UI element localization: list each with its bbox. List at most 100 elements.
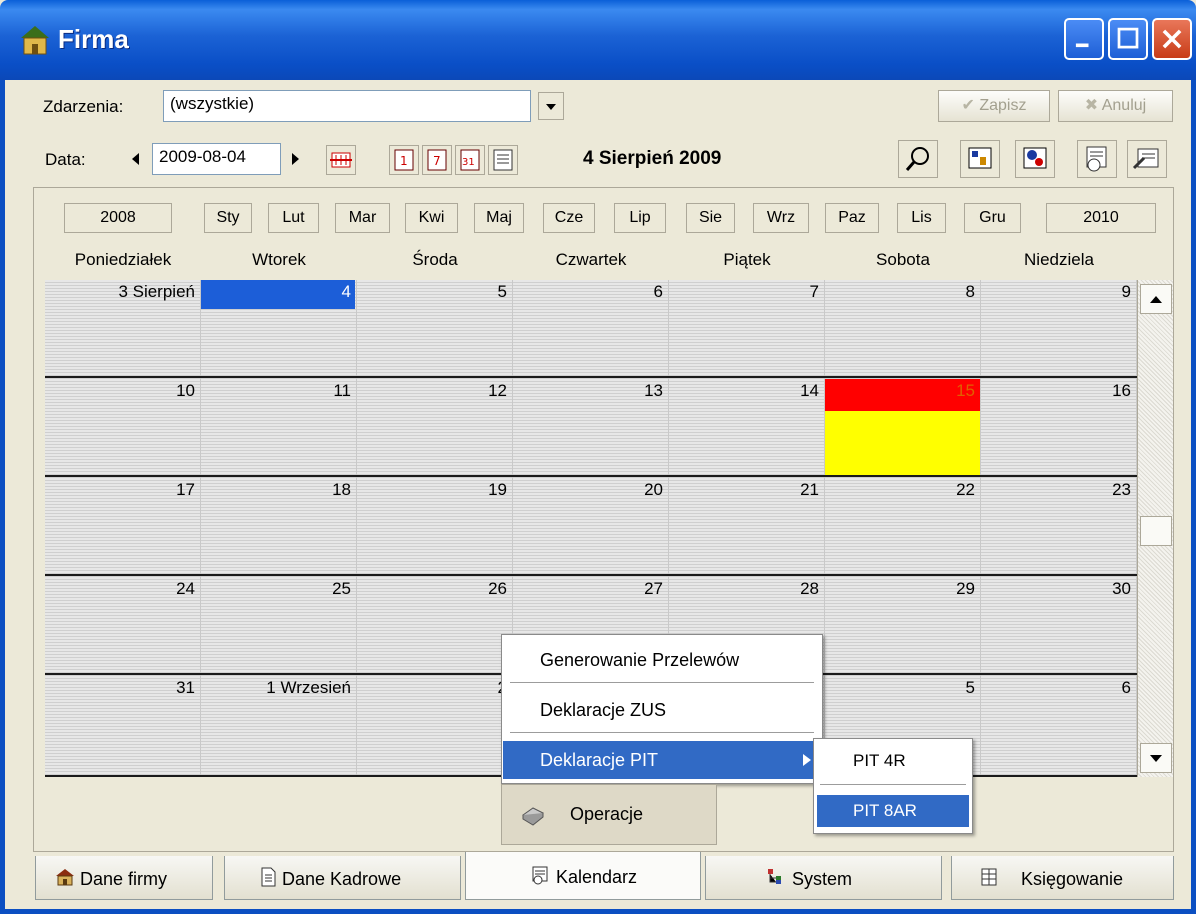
day-cell[interactable]: 22 (825, 478, 981, 577)
month-button-gru[interactable]: Gru (964, 203, 1021, 233)
events-dropdown-button[interactable] (538, 92, 564, 120)
prev-year-button[interactable]: 2008 (64, 203, 172, 233)
day-cell[interactable]: 12 (357, 379, 513, 478)
pit-submenu: PIT 4R PIT 8AR (813, 738, 973, 834)
month-label: Gru (979, 209, 1006, 226)
month-label: Kwi (418, 209, 445, 226)
week-view-button[interactable]: 7 (422, 145, 452, 175)
day-cell[interactable]: 16 (981, 379, 1137, 478)
day-cell[interactable]: 8 (825, 280, 981, 379)
day-cell[interactable]: 7 (669, 280, 825, 379)
day-cell[interactable]: 6 (981, 676, 1137, 775)
day-cell[interactable]: 21 (669, 478, 825, 577)
bottom-tab-bar: Dane firmy Dane Kadrowe Kalendarz System… (35, 852, 1174, 902)
month-button-sie[interactable]: Sie (686, 203, 735, 233)
day-number: 9 (1121, 282, 1131, 301)
day-cell[interactable]: 29 (825, 577, 981, 676)
events-filter-input[interactable]: (wszystkie) (163, 90, 531, 122)
day-cell[interactable]: 1 Wrzesień (201, 676, 357, 775)
cancel-date-button[interactable] (326, 145, 356, 175)
search-button[interactable] (898, 140, 938, 178)
tab-ksiegowanie[interactable]: Księgowanie (951, 856, 1174, 900)
calendar-clock-button[interactable] (1077, 140, 1117, 178)
month-button-lis[interactable]: Lis (897, 203, 946, 233)
operations-button[interactable]: Operacje (501, 784, 717, 845)
next-year-button[interactable]: 2010 (1046, 203, 1156, 233)
day-cell-event[interactable]: 15 (825, 379, 981, 478)
scroll-down-button[interactable] (1140, 743, 1172, 773)
month-button-mar[interactable]: Mar (335, 203, 390, 233)
settings-calendar-button[interactable] (1015, 140, 1055, 178)
day-cell[interactable]: 25 (201, 577, 357, 676)
menu-item-deklaracje-pit[interactable]: Deklaracje PIT (503, 741, 821, 779)
list-view-button[interactable] (488, 145, 518, 175)
day-cell[interactable]: 18 (201, 478, 357, 577)
title-bar[interactable]: Firma (0, 0, 1196, 80)
menu-item-generowanie-przelewow[interactable]: Generowanie Przelewów (503, 641, 821, 679)
scroll-up-button[interactable] (1140, 284, 1172, 314)
month-label: Sie (698, 209, 723, 226)
maximize-button[interactable] (1108, 18, 1148, 60)
month-button-maj[interactable]: Maj (474, 203, 524, 233)
day-cell-selected[interactable]: 4 (201, 280, 357, 379)
date-input[interactable]: 2009-08-04 (152, 143, 281, 175)
calendar-clock-icon (1086, 146, 1107, 172)
tab-dane-firmy[interactable]: Dane firmy (35, 856, 213, 900)
weekday-header: Poniedziałek (74, 250, 172, 269)
day-number: 29 (956, 579, 975, 598)
submenu-item-pit-4r[interactable]: PIT 4R (817, 745, 969, 777)
day-cell[interactable]: 23 (981, 478, 1137, 577)
day-cell[interactable]: 2 (357, 676, 513, 775)
cancel-button[interactable]: ✖ Anuluj (1058, 90, 1173, 122)
minimize-button[interactable] (1064, 18, 1104, 60)
day-cell[interactable]: 26 (357, 577, 513, 676)
month-button-sty[interactable]: Sty (204, 203, 252, 233)
day-number: 7 (809, 282, 819, 301)
next-day-arrow-icon[interactable] (285, 145, 307, 173)
day-cell[interactable]: 20 (513, 478, 669, 577)
next-year-label: 2010 (1083, 209, 1119, 226)
day-cell[interactable]: 19 (357, 478, 513, 577)
month-button-kwi[interactable]: Kwi (405, 203, 458, 233)
month-button-wrz[interactable]: Wrz (753, 203, 809, 233)
schedule-button[interactable] (960, 140, 1000, 178)
day-cell[interactable]: 5 (357, 280, 513, 379)
month-view-button[interactable]: 31 (455, 145, 485, 175)
month-button-lip[interactable]: Lip (614, 203, 666, 233)
month-button-paz[interactable]: Paz (825, 203, 879, 233)
day-cell[interactable]: 10 (45, 379, 201, 478)
day-cell[interactable]: 6 (513, 280, 669, 379)
submenu-item-pit-8ar[interactable]: PIT 8AR (817, 795, 969, 827)
day-cell[interactable]: 14 (669, 379, 825, 478)
properties-button[interactable] (1127, 140, 1167, 178)
tab-kalendarz[interactable]: Kalendarz (465, 852, 701, 900)
month-button-cze[interactable]: Cze (543, 203, 595, 233)
month-button-lut[interactable]: Lut (268, 203, 319, 233)
day-cell[interactable]: 17 (45, 478, 201, 577)
day-cell[interactable]: 31 (45, 676, 201, 775)
day-number: 3 Sierpień (118, 282, 195, 301)
filter-label: Zdarzenia: (43, 97, 124, 116)
save-button[interactable]: ✔ Zapisz (938, 90, 1050, 122)
prev-day-arrow-icon[interactable] (124, 145, 146, 173)
day-view-button[interactable]: 1 (389, 145, 419, 175)
day-cell[interactable]: 9 (981, 280, 1137, 379)
day-cell[interactable]: 3 Sierpień (45, 280, 201, 379)
day-cell[interactable]: 30 (981, 577, 1137, 676)
scroll-thumb[interactable] (1140, 516, 1172, 546)
day-number: 13 (644, 381, 663, 400)
day-cell[interactable]: 11 (201, 379, 357, 478)
weekday-header: Wtorek (252, 250, 306, 269)
day-number: 22 (956, 480, 975, 499)
menu-item-deklaracje-zus[interactable]: Deklaracje ZUS (503, 691, 821, 729)
day-number: 23 (1112, 480, 1131, 499)
close-button[interactable] (1152, 18, 1192, 60)
minimize-icon (1075, 43, 1089, 48)
day-cell[interactable]: 13 (513, 379, 669, 478)
tab-system[interactable]: System (705, 856, 942, 900)
day-number: 5 (965, 678, 975, 697)
tab-dane-kadrowe[interactable]: Dane Kadrowe (224, 856, 461, 900)
day-cell[interactable]: 24 (45, 577, 201, 676)
day-number: 21 (800, 480, 819, 499)
current-date-title: 4 Sierpień 2009 (583, 148, 722, 169)
